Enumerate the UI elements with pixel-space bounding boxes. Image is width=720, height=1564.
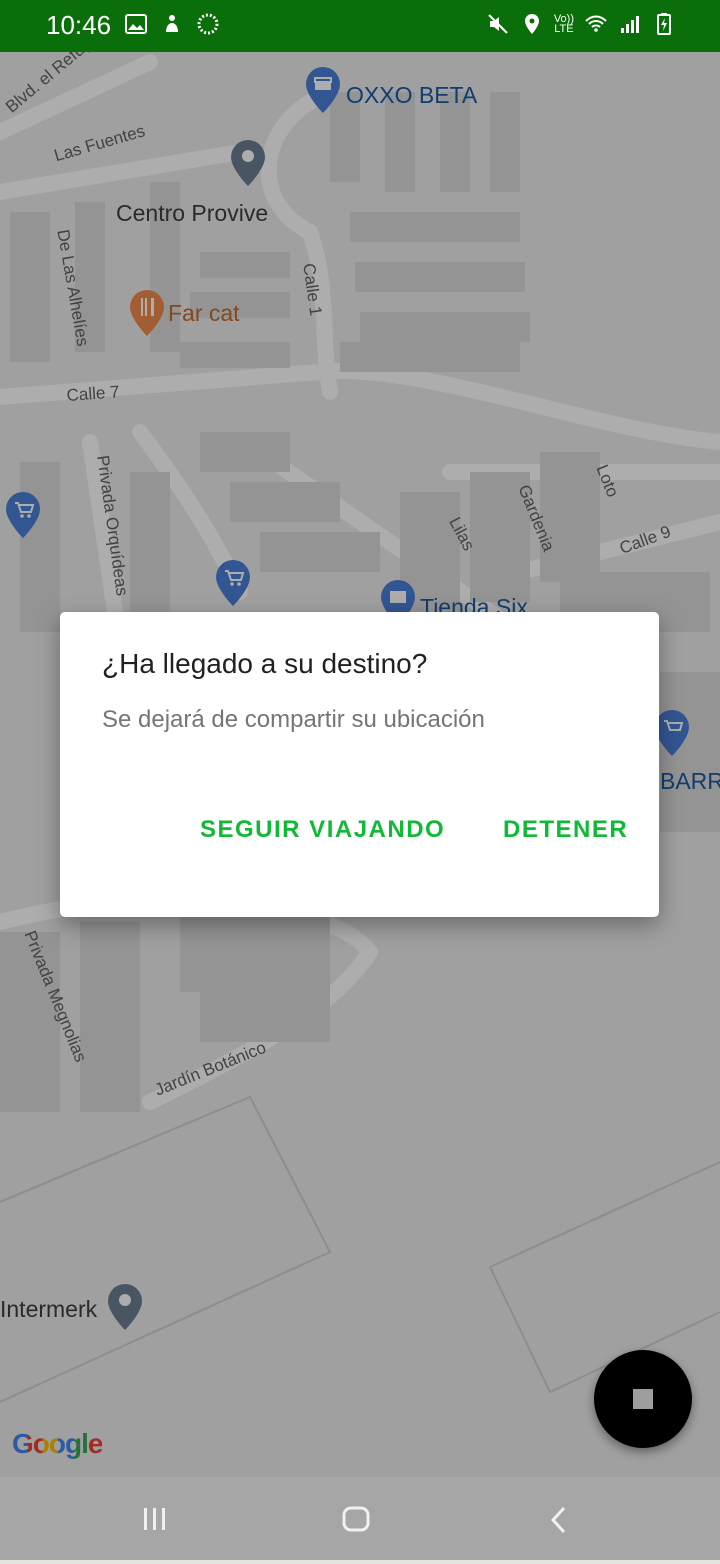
stop-tracking-fab[interactable] xyxy=(594,1350,692,1448)
status-bar: 10:46 Vo)) LTE xyxy=(0,0,720,52)
continue-traveling-button[interactable]: SEGUIR VIAJANDO xyxy=(200,816,445,844)
back-button[interactable] xyxy=(498,1477,618,1560)
back-icon xyxy=(550,1506,566,1534)
navigation-bar xyxy=(0,1477,720,1560)
image-icon xyxy=(125,14,147,34)
status-time: 10:46 xyxy=(46,10,112,40)
home-button[interactable] xyxy=(296,1477,416,1560)
dialog-title: ¿Ha llegado a su destino? xyxy=(102,648,428,679)
signal-icon xyxy=(621,16,639,33)
arrival-dialog: ¿Ha llegado a su destino? Se dejará de c… xyxy=(60,612,659,917)
volte-icon: Vo)) LTE xyxy=(553,13,574,35)
stop-icon xyxy=(633,1389,653,1409)
stop-button[interactable]: DETENER xyxy=(503,816,628,844)
dialog-message: Se dejará de compartir su ubicación xyxy=(102,706,485,733)
notification-icon xyxy=(166,15,178,32)
wifi-icon xyxy=(585,15,607,32)
home-icon xyxy=(342,1506,370,1532)
battery-charging-icon xyxy=(657,13,671,35)
location-icon xyxy=(524,14,539,34)
recent-apps-button[interactable] xyxy=(95,1477,215,1560)
sync-icon xyxy=(197,13,219,35)
recent-apps-icon xyxy=(144,1508,165,1530)
mute-icon xyxy=(488,14,508,34)
